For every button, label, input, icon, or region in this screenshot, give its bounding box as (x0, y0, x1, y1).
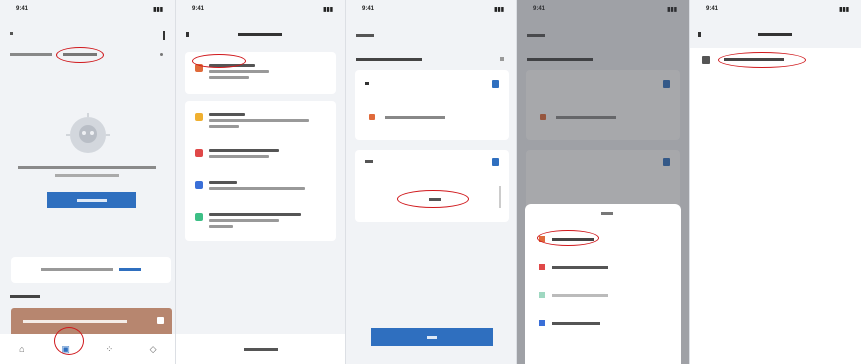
list-item[interactable] (195, 181, 319, 193)
highlight-oval (56, 47, 104, 63)
add-device-button[interactable] (47, 192, 136, 208)
robot-illustration-icon (66, 113, 110, 153)
list-item[interactable] (195, 213, 319, 231)
section-title (356, 58, 422, 61)
shield-icon (492, 80, 499, 88)
header-mark (10, 32, 13, 35)
device-selector-label (10, 53, 52, 56)
back-icon[interactable] (186, 32, 189, 37)
screen-device-settings: 9:41 ▮▮▮ (346, 0, 516, 364)
action-sheet (525, 204, 681, 364)
more-icon[interactable] (163, 31, 165, 40)
header-label (356, 34, 374, 37)
confirm-button[interactable] (371, 328, 493, 346)
signal-icon: ▮▮▮ (153, 6, 163, 13)
back-icon[interactable] (698, 32, 701, 37)
tab-scenes-icon[interactable]: ⁘ (103, 343, 115, 355)
edit-icon[interactable] (500, 57, 504, 61)
screen-device-type-list: 9:41 ▮▮▮ (176, 0, 345, 364)
highlight-oval (537, 230, 599, 246)
highlight-oval (718, 52, 806, 68)
sheet-option-4[interactable] (539, 320, 600, 326)
chevron-down-icon[interactable] (160, 53, 163, 56)
sheet-option-2[interactable] (539, 264, 608, 270)
highlight-oval (192, 54, 246, 68)
status-bar: 9:41 ▮▮▮ (346, 0, 516, 18)
status-time: 9:41 (16, 6, 29, 12)
content-area (690, 70, 861, 364)
promo-link[interactable] (119, 268, 141, 271)
sheet-title (601, 212, 613, 215)
highlight-oval (54, 327, 84, 355)
highlight-oval (397, 190, 469, 208)
section-title (10, 295, 40, 298)
nav-title (758, 33, 792, 36)
signal-icon: ▮▮▮ (839, 6, 849, 13)
promo-card[interactable] (11, 257, 171, 283)
shield-icon (492, 158, 499, 166)
tab-bar: ⌂ ▣ ⁘ ◇ (0, 334, 175, 364)
list-item[interactable] (195, 113, 319, 131)
status-bar: 9:41 ▮▮▮ (690, 0, 861, 18)
info-card (355, 70, 509, 140)
scrollbar[interactable] (499, 186, 501, 208)
signal-icon: ▮▮▮ (323, 6, 333, 13)
status-time: 9:41 (706, 6, 719, 12)
tab-profile-icon[interactable]: ◇ (147, 343, 159, 355)
device-list-card (185, 101, 336, 241)
signal-icon: ▮▮▮ (494, 6, 504, 13)
status-bar: 9:41 ▮▮▮ (0, 0, 175, 18)
bottom-action[interactable] (176, 334, 345, 364)
screen-device-selected: 9:41 ▮▮▮ (690, 0, 861, 364)
sheet-option-3 (539, 292, 608, 298)
action-card (355, 150, 509, 222)
screen-home: 9:41 ▮▮▮ ⌂ ▣ ⁘ ◇ (0, 0, 175, 364)
list-item[interactable] (195, 149, 319, 161)
tab-home-icon[interactable]: ⌂ (16, 343, 28, 355)
empty-state-subtext (55, 174, 119, 177)
status-bar: 9:41 ▮▮▮ (176, 0, 345, 18)
status-time: 9:41 (362, 6, 375, 12)
device-type-icon (369, 114, 375, 120)
device-icon (702, 56, 710, 64)
empty-state-text (18, 166, 156, 169)
page-title (238, 33, 282, 36)
status-time: 9:41 (192, 6, 205, 12)
screen-device-settings-sheet: 9:41 ▮▮▮ (517, 0, 689, 364)
banner-icon (157, 317, 164, 324)
